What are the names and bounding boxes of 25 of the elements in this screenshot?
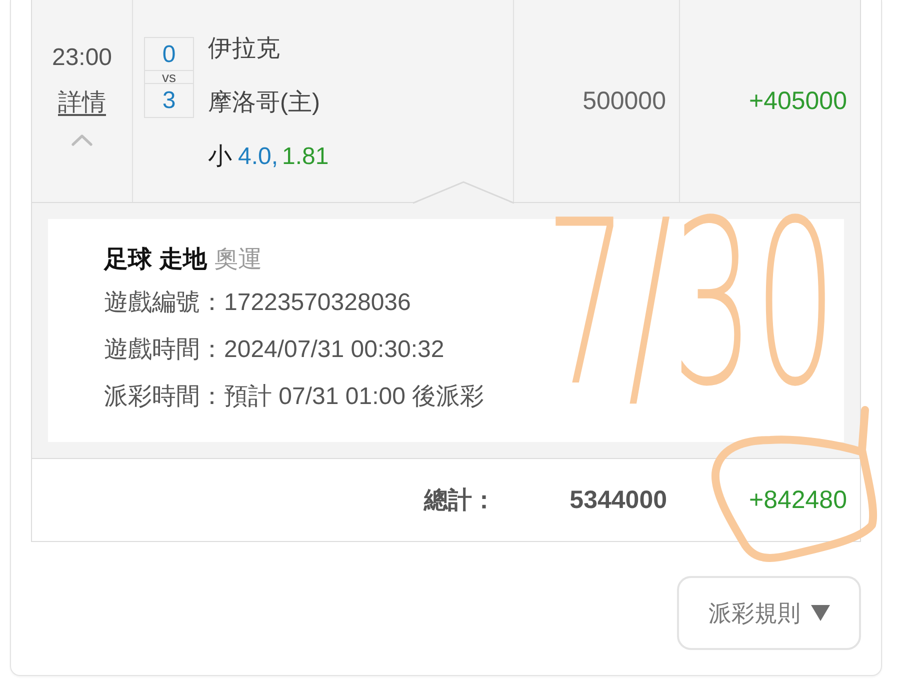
bet-odds: 1.81: [282, 142, 329, 172]
total-stake: 5344000: [570, 486, 667, 514]
match-time: 23:00: [52, 43, 112, 73]
handwritten-note: 7/30: [545, 190, 837, 418]
score: 0: [145, 38, 193, 71]
versus-label: vs: [145, 71, 193, 84]
total-win: +842480: [748, 486, 847, 514]
stake-amount: 500000: [582, 86, 666, 116]
detail-line: 派彩時間：預計 07/31 01:00 後派彩: [104, 383, 484, 410]
details-link[interactable]: 詳情: [58, 88, 106, 118]
detail-line: 遊戲編號：17223570328036: [104, 289, 411, 316]
chevron-up-icon[interactable]: [71, 134, 93, 146]
event-label: 奧運: [214, 245, 262, 275]
detail-line: 遊戲時間：2024/07/31 00:30:32: [104, 336, 444, 363]
caret-down-icon: [810, 605, 830, 621]
win-amount: +405000: [748, 86, 847, 116]
team-name: 摩洛哥(主): [208, 88, 320, 118]
total-label: 總計：: [424, 486, 496, 516]
bet-line: 4.0,: [238, 142, 278, 172]
bet-selection: 小: [208, 142, 232, 172]
team-name: 伊拉克: [208, 34, 280, 64]
market-label: 走地: [159, 245, 207, 275]
score: 3: [161, 86, 177, 116]
payout-rules-button[interactable]: 派彩規則: [677, 576, 861, 650]
sport-label: 足球: [104, 245, 152, 275]
